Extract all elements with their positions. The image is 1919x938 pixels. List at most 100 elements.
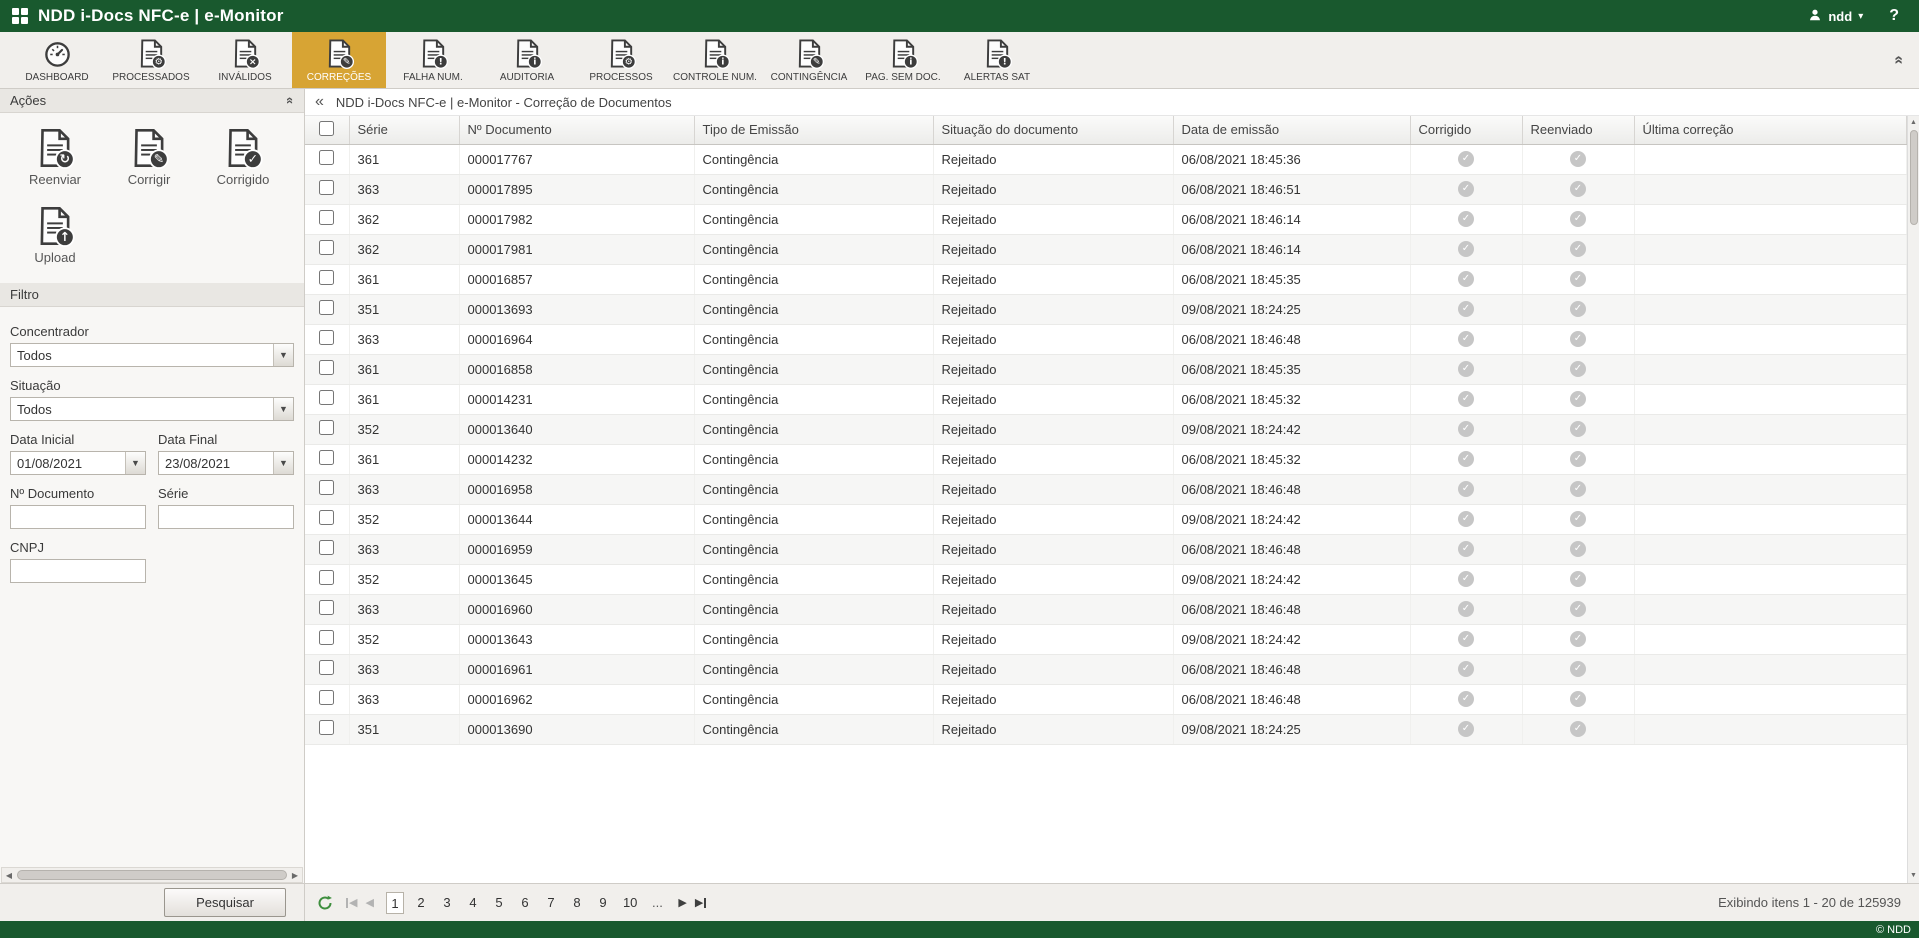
last-page-button[interactable]: ▶ <box>695 896 707 909</box>
table-row[interactable]: 362 000017982 Contingência Rejeitado 06/… <box>305 204 1907 234</box>
table-row[interactable]: 362 000017981 Contingência Rejeitado 06/… <box>305 234 1907 264</box>
table-row[interactable]: 361 000014232 Contingência Rejeitado 06/… <box>305 444 1907 474</box>
column-header-tipo-emissao[interactable]: Tipo de Emissão <box>694 116 933 144</box>
column-header-corrigido[interactable]: Corrigido <box>1410 116 1522 144</box>
toolbar-item-alertas-sat[interactable]: !ALERTAS SAT <box>950 32 1044 88</box>
column-header-situacao[interactable]: Situação do documento <box>933 116 1173 144</box>
action-corrigido[interactable]: ✓Corrigido <box>217 127 270 187</box>
table-row[interactable]: 351 000013690 Contingência Rejeitado 09/… <box>305 714 1907 744</box>
toolbar-item-processos[interactable]: ⚙PROCESSOS <box>574 32 668 88</box>
column-header-documento[interactable]: Nº Documento <box>459 116 694 144</box>
row-checkbox[interactable] <box>319 270 334 285</box>
table-row[interactable]: 363 000016961 Contingência Rejeitado 06/… <box>305 654 1907 684</box>
user-menu[interactable]: ndd ▾ <box>1808 8 1863 25</box>
table-row[interactable]: 363 000016962 Contingência Rejeitado 06/… <box>305 684 1907 714</box>
table-row[interactable]: 361 000016858 Contingência Rejeitado 06/… <box>305 354 1907 384</box>
table-row[interactable]: 361 000017767 Contingência Rejeitado 06/… <box>305 144 1907 174</box>
action-corrigir[interactable]: ✎Corrigir <box>128 127 171 187</box>
row-checkbox[interactable] <box>319 150 334 165</box>
row-checkbox[interactable] <box>319 210 334 225</box>
toolbar-item-correcoes[interactable]: ✎CORREÇÕES <box>292 32 386 88</box>
search-button[interactable]: Pesquisar <box>164 888 286 917</box>
page-button-1[interactable]: 1 <box>386 892 404 914</box>
concentrador-select[interactable]: Todos ▼ <box>10 343 294 367</box>
page-button-7[interactable]: 7 <box>542 892 560 914</box>
table-row[interactable]: 352 000013640 Contingência Rejeitado 09/… <box>305 414 1907 444</box>
row-checkbox[interactable] <box>319 570 334 585</box>
page-button-2[interactable]: 2 <box>412 892 430 914</box>
row-checkbox[interactable] <box>319 420 334 435</box>
column-header-data-emissao[interactable]: Data de emissão <box>1173 116 1410 144</box>
column-header-serie[interactable]: Série <box>349 116 459 144</box>
data-final-picker[interactable]: 23/08/2021 ▼ <box>158 451 294 475</box>
row-checkbox[interactable] <box>319 660 334 675</box>
page-button-8[interactable]: 8 <box>568 892 586 914</box>
page-button-4[interactable]: 4 <box>464 892 482 914</box>
table-vertical-scrollbar[interactable]: ▲ ▼ <box>1907 116 1919 883</box>
page-button-9[interactable]: 9 <box>594 892 612 914</box>
table-row[interactable]: 363 000016964 Contingência Rejeitado 06/… <box>305 324 1907 354</box>
row-checkbox[interactable] <box>319 450 334 465</box>
column-header-reenviado[interactable]: Reenviado <box>1522 116 1634 144</box>
toolbar-item-auditoria[interactable]: iAUDITORIA <box>480 32 574 88</box>
chevron-down-icon[interactable]: ▼ <box>273 344 293 366</box>
chevron-down-icon[interactable]: ▼ <box>125 452 145 474</box>
situacao-select[interactable]: Todos ▼ <box>10 397 294 421</box>
action-upload[interactable]: ↑Upload <box>34 205 76 265</box>
column-header-ultima-correcao[interactable]: Última correção <box>1634 116 1907 144</box>
num-documento-input[interactable] <box>10 505 146 529</box>
row-checkbox[interactable] <box>319 360 334 375</box>
toolbar-item-pag-sem-doc[interactable]: iPAG. SEM DOC. <box>856 32 950 88</box>
toolbar-item-falha-num[interactable]: !FALHA NUM. <box>386 32 480 88</box>
scrollbar-thumb[interactable] <box>17 870 287 880</box>
row-checkbox[interactable] <box>319 240 334 255</box>
refresh-button[interactable] <box>317 895 333 911</box>
select-all-checkbox[interactable] <box>319 121 334 136</box>
table-row[interactable]: 363 000017895 Contingência Rejeitado 06/… <box>305 174 1907 204</box>
first-page-button[interactable]: ◀ <box>345 896 357 909</box>
page-button-3[interactable]: 3 <box>438 892 456 914</box>
page-button-10[interactable]: 10 <box>620 892 640 914</box>
chevron-down-icon[interactable]: ▼ <box>273 398 293 420</box>
row-checkbox[interactable] <box>319 330 334 345</box>
table-row[interactable]: 352 000013645 Contingência Rejeitado 09/… <box>305 564 1907 594</box>
collapse-toolbar-button[interactable]: « <box>1878 51 1919 69</box>
toolbar-item-contingencia[interactable]: ✎CONTINGÊNCIA <box>762 32 856 88</box>
table-row[interactable]: 363 000016959 Contingência Rejeitado 06/… <box>305 534 1907 564</box>
row-checkbox[interactable] <box>319 630 334 645</box>
table-row[interactable]: 351 000013693 Contingência Rejeitado 09/… <box>305 294 1907 324</box>
row-checkbox[interactable] <box>319 510 334 525</box>
row-checkbox[interactable] <box>319 600 334 615</box>
toolbar-item-invalidos[interactable]: ×INVÁLIDOS <box>198 32 292 88</box>
scroll-down-icon[interactable]: ▼ <box>1910 871 1917 881</box>
serie-input[interactable] <box>158 505 294 529</box>
row-checkbox[interactable] <box>319 540 334 555</box>
toolbar-item-controle-num[interactable]: iCONTROLE NUM. <box>668 32 762 88</box>
page-button-5[interactable]: 5 <box>490 892 508 914</box>
prev-page-button[interactable]: ◀ <box>365 896 373 909</box>
page-button-6[interactable]: 6 <box>516 892 534 914</box>
collapse-sidebar-button[interactable]: « <box>315 94 324 110</box>
toolbar-item-dashboard[interactable]: DASHBOARD <box>10 32 104 88</box>
help-button[interactable]: ? <box>1889 7 1899 25</box>
row-checkbox[interactable] <box>319 720 334 735</box>
row-checkbox[interactable] <box>319 180 334 195</box>
sidebar-horizontal-scrollbar[interactable]: ◀ ▶ <box>1 867 303 883</box>
toolbar-item-processados[interactable]: ⚙PROCESSADOS <box>104 32 198 88</box>
table-row[interactable]: 361 000014231 Contingência Rejeitado 06/… <box>305 384 1907 414</box>
scroll-right-icon[interactable]: ▶ <box>288 871 302 880</box>
cnpj-input[interactable] <box>10 559 146 583</box>
action-reenviar[interactable]: ↻Reenviar <box>29 127 81 187</box>
table-row[interactable]: 363 000016958 Contingência Rejeitado 06/… <box>305 474 1907 504</box>
scroll-up-icon[interactable]: ▲ <box>1910 118 1917 128</box>
row-checkbox[interactable] <box>319 690 334 705</box>
collapse-actions-button[interactable]: « <box>287 93 294 108</box>
table-row[interactable]: 352 000013643 Contingência Rejeitado 09/… <box>305 624 1907 654</box>
data-inicial-picker[interactable]: 01/08/2021 ▼ <box>10 451 146 475</box>
table-row[interactable]: 361 000016857 Contingência Rejeitado 06/… <box>305 264 1907 294</box>
scroll-left-icon[interactable]: ◀ <box>2 871 16 880</box>
row-checkbox[interactable] <box>319 300 334 315</box>
chevron-down-icon[interactable]: ▼ <box>273 452 293 474</box>
table-row[interactable]: 363 000016960 Contingência Rejeitado 06/… <box>305 594 1907 624</box>
next-page-button[interactable]: ▶ <box>678 896 686 909</box>
